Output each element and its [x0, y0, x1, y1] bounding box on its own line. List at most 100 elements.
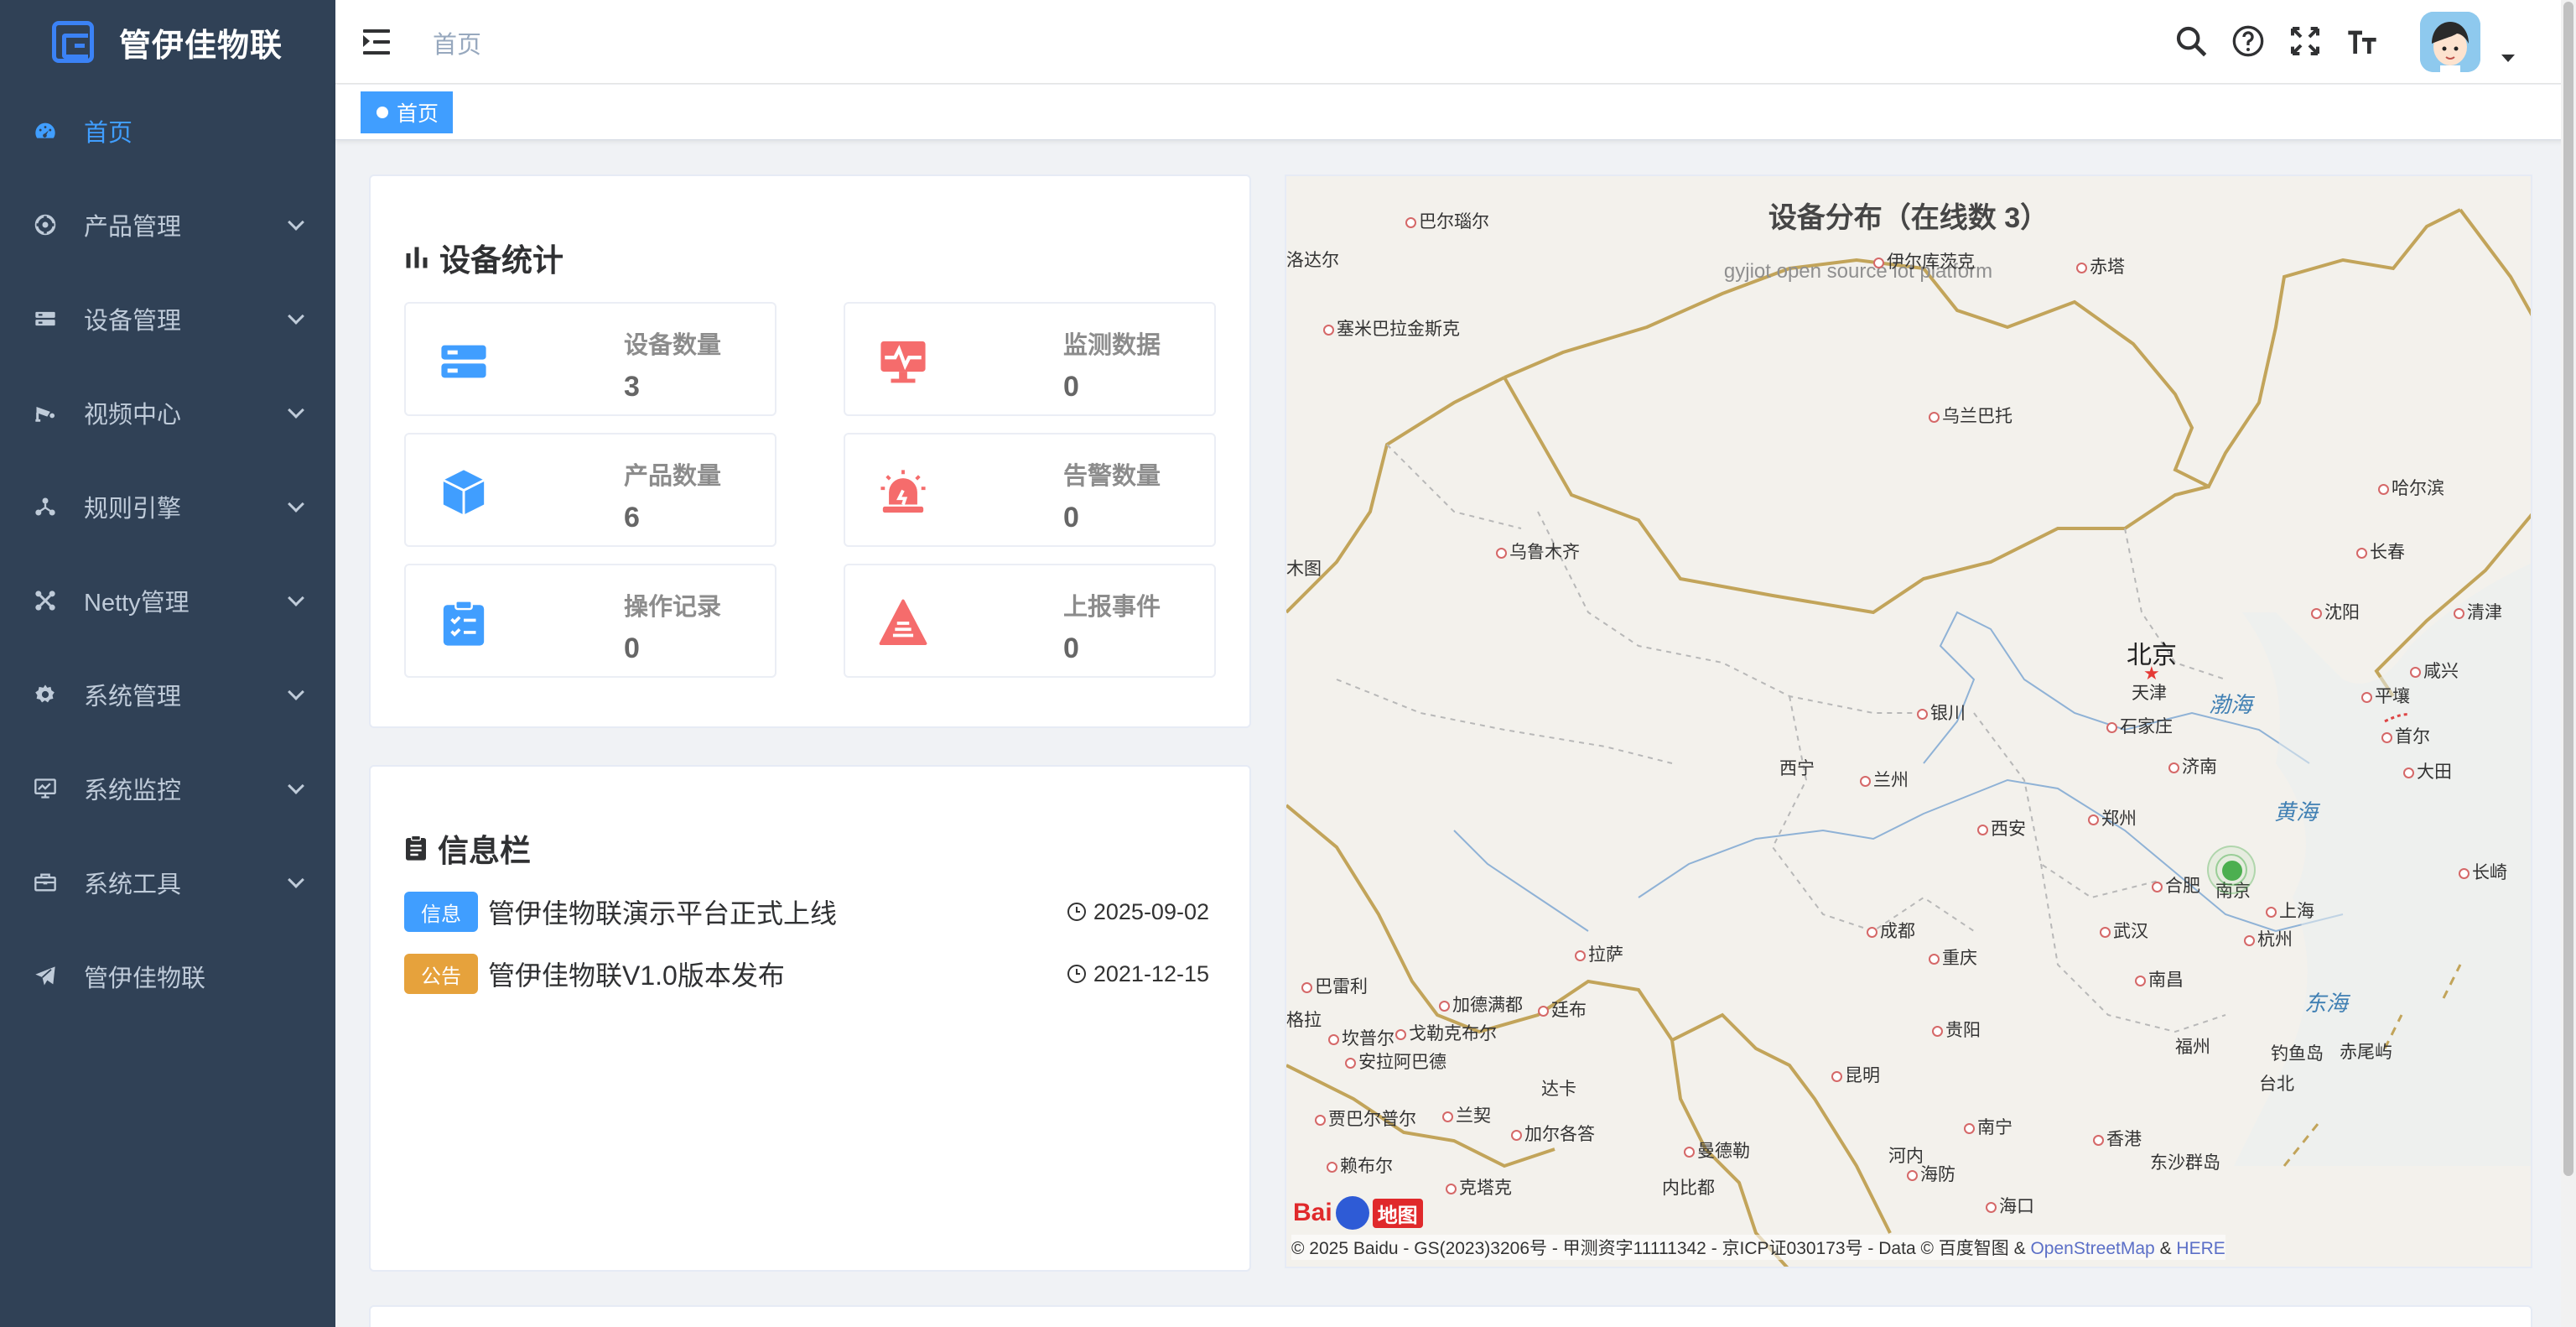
breadcrumb[interactable]: 首页	[433, 25, 481, 60]
stat-value: 0	[1063, 502, 1079, 533]
device-stats-card: 设备统计 设备数量 3 监测数据 0 产品数量 6 告警数量 0 操作记录 0 …	[369, 174, 1251, 728]
map-city-label: 重庆	[1929, 945, 1977, 970]
sidebar-item-label: 规则引擎	[84, 496, 182, 523]
sidebar-item-label: 系统管理	[84, 684, 182, 710]
tag-home[interactable]: 首页	[361, 91, 454, 133]
map-city-label: 郑州	[2088, 805, 2137, 830]
stat-product-count[interactable]: 产品数量 6	[404, 433, 776, 547]
map-sea-label: 黄海	[2274, 799, 2319, 825]
sidebar-item-rules[interactable]: 规则引擎	[0, 460, 335, 554]
news-title-link[interactable]: 管伊佳物联V1.0版本发布	[488, 955, 785, 993]
here-link[interactable]: HERE	[2176, 1239, 2225, 1258]
sidebar-item-label: 设备管理	[84, 308, 182, 335]
toolbox-icon	[32, 869, 59, 896]
map-city-label: 银川	[1917, 700, 1966, 725]
sidebar-item-devices[interactable]: 设备管理	[0, 272, 335, 366]
top-navbar: 首页	[335, 0, 2576, 84]
map-city-label: 西宁	[1779, 759, 1815, 778]
map-city-label: 西安	[1977, 815, 2026, 840]
sidebar-item-label: 系统工具	[84, 872, 182, 898]
chevron-down-icon	[288, 496, 304, 513]
map-city-label: 台北	[2259, 1075, 2294, 1094]
sidebar-item-netty[interactable]: Netty管理	[0, 554, 335, 648]
map-sea-label: 东海	[2304, 991, 2349, 1016]
map-city-label: 洛达尔	[1286, 251, 1339, 270]
baidu-map-logo[interactable]: Bai 地图	[1293, 1196, 1423, 1230]
stat-label: 产品数量	[624, 463, 722, 490]
card-title: 设备统计	[404, 235, 564, 280]
sidebar-item-gyjiot[interactable]: 管伊佳物联	[0, 929, 335, 1023]
map-city-label: 合肥	[2152, 872, 2200, 898]
help-icon[interactable]	[2229, 22, 2267, 60]
scrollbar-thumb[interactable]	[2563, 2, 2573, 1176]
map-copyright: © 2025 Baidu - GS(2023)3206号 - 甲测资字11111…	[1291, 1235, 2225, 1260]
news-date: 2021-12-15	[1067, 961, 1209, 987]
stat-operation-log[interactable]: 操作记录 0	[404, 564, 776, 678]
stat-monitor-data[interactable]: 监测数据 0	[844, 302, 1216, 416]
sidebar-item-video[interactable]: 视频中心	[0, 366, 335, 460]
map-sea-label: 渤海	[2209, 692, 2253, 717]
map-city-label: 伊尔库茨克	[1873, 248, 1975, 273]
news-title-link[interactable]: 管伊佳物联演示平台正式上线	[488, 892, 837, 931]
map-city-label: 戈勒克布尔	[1395, 1020, 1497, 1045]
notice-badge: 公告	[404, 954, 478, 994]
device-distribution-map[interactable]: 设备分布（在线数 3） gyjiot open source iot platf…	[1285, 174, 2532, 1268]
device-marker[interactable]	[2222, 861, 2242, 881]
osm-link[interactable]: OpenStreetMap	[2030, 1239, 2154, 1258]
camera-icon	[32, 399, 59, 426]
map-city-label: 咸兴	[2410, 658, 2459, 683]
stat-device-count[interactable]: 设备数量 3	[404, 302, 776, 416]
avatar[interactable]	[2420, 12, 2480, 72]
sidebar-item-home[interactable]: 首页	[0, 84, 335, 178]
monitor-icon	[32, 775, 59, 802]
stat-value: 0	[1063, 371, 1079, 403]
map-city-label: 长春	[2356, 539, 2405, 564]
font-size-icon[interactable]	[2343, 22, 2381, 60]
map-city-label: 克塔克	[1446, 1174, 1512, 1200]
sidebar-item-label: Netty管理	[84, 590, 190, 617]
map-city-label: 石家庄	[2106, 713, 2173, 738]
logo-icon	[52, 21, 94, 63]
search-icon[interactable]	[2172, 22, 2210, 60]
map-city-label: 贾巴尔普尔	[1315, 1106, 1416, 1131]
chevron-down-icon[interactable]	[2501, 55, 2515, 62]
map-city-label: 赤尾屿	[2340, 1043, 2392, 1062]
map-city-label: 哈尔滨	[2378, 475, 2444, 500]
map-city-label: 济南	[2168, 753, 2217, 778]
stat-label: 监测数据	[1063, 332, 1161, 359]
map-city-label: 沈阳	[2311, 599, 2360, 624]
news-date: 2025-09-02	[1067, 899, 1209, 925]
map-city-label: 清津	[2454, 599, 2502, 624]
map-city-label: 大田	[2403, 758, 2452, 783]
stat-value: 0	[1063, 632, 1079, 664]
chevron-down-icon	[288, 872, 304, 888]
map-city-label: 拉萨	[1575, 941, 1623, 966]
stat-reported-events[interactable]: 上报事件 0	[844, 564, 1216, 678]
stat-label: 操作记录	[624, 594, 722, 621]
tree-icon	[32, 493, 59, 520]
sidebar: 管伊佳物联 首页 产品管理 设备管理 视频中心 规则引擎 Netty管理 系统管…	[0, 0, 335, 1327]
chevron-down-icon	[288, 308, 304, 325]
map-city-label: 首尔	[2381, 723, 2430, 748]
hamburger-icon[interactable]	[363, 28, 392, 56]
map-city-label: 格拉	[1286, 1011, 1322, 1030]
map-city-label: 武汉	[2100, 918, 2148, 943]
sidebar-item-tools[interactable]: 系统工具	[0, 835, 335, 929]
stat-alarm-count[interactable]: 告警数量 0	[844, 433, 1216, 547]
cube-icon	[443, 470, 485, 515]
map-city-label: 兰契	[1442, 1102, 1491, 1127]
map-city-label: 海防	[1907, 1161, 1955, 1186]
sidebar-item-label: 系统监控	[84, 778, 182, 804]
sidebar-item-system[interactable]: 系统管理	[0, 648, 335, 742]
sidebar-item-monitor[interactable]: 系统监控	[0, 742, 335, 835]
stat-label: 告警数量	[1063, 463, 1161, 490]
tag-label: 首页	[397, 102, 439, 126]
page-scrollbar[interactable]	[2561, 0, 2576, 1327]
sidebar-menu: 首页 产品管理 设备管理 视频中心 规则引擎 Netty管理 系统管理 系统监控…	[0, 84, 335, 1023]
sidebar-item-products[interactable]: 产品管理	[0, 178, 335, 272]
app-logo[interactable]: 管伊佳物联	[0, 0, 335, 84]
fullscreen-icon[interactable]	[2286, 22, 2324, 60]
map-city-label: 长崎	[2459, 859, 2507, 884]
stat-value: 0	[624, 632, 640, 664]
clock-icon	[1067, 903, 1086, 921]
